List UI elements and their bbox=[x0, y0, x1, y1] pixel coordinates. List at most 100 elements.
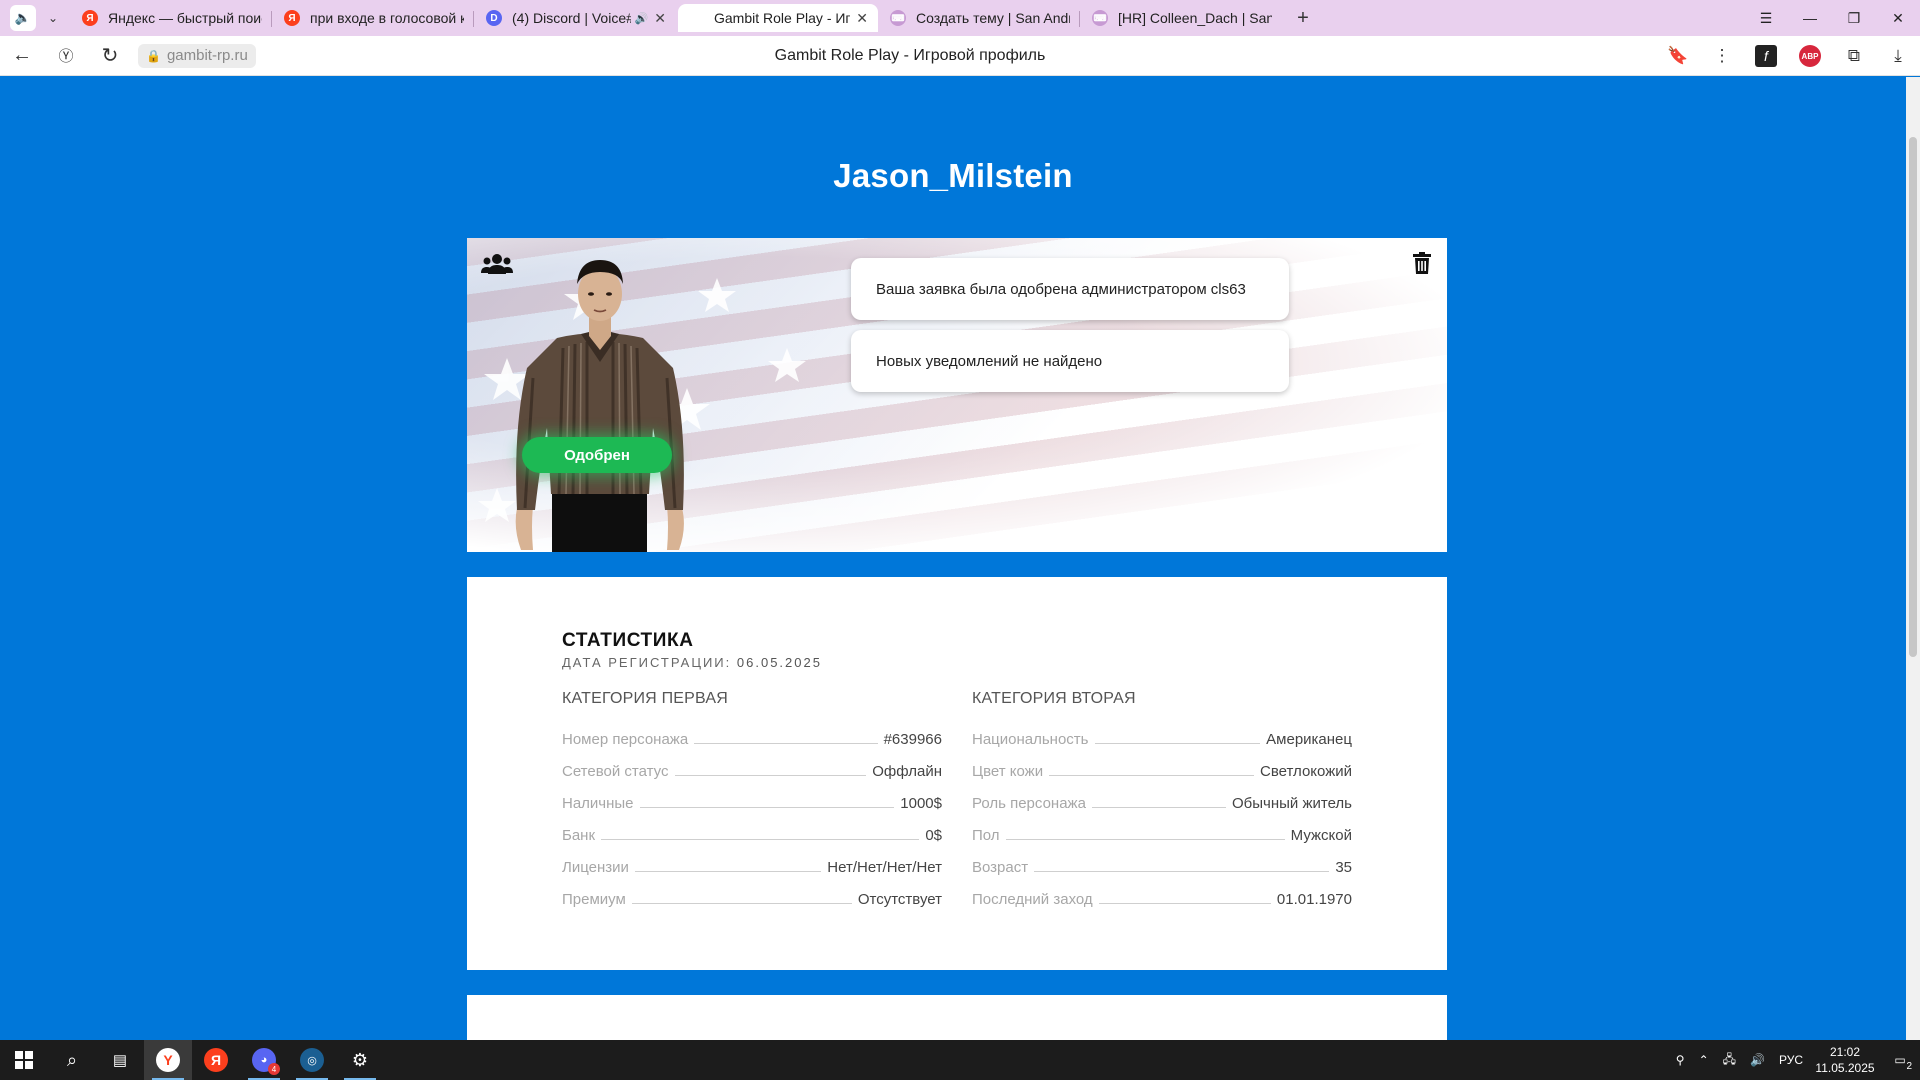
url-text: gambit-rp.ru bbox=[166, 47, 248, 64]
tab-title: (4) Discord | Voice#1 bbox=[512, 10, 631, 26]
tab-discord[interactable]: D (4) Discord | Voice#1 🔊 ✕ bbox=[476, 4, 676, 32]
task-view-button[interactable]: ▤ bbox=[96, 1040, 144, 1080]
stat-row: Цвет кожи Светлокожий bbox=[972, 748, 1352, 780]
stat-label: Банк bbox=[562, 827, 596, 844]
leader-line bbox=[1034, 871, 1330, 872]
stat-row: Национальность Американец bbox=[972, 716, 1352, 748]
taskbar: ⌕ ▤ Y Я ◕ 4 ◎ ⚙ ⚲ ⌃ 🖧 🔊 РУС 21:02 11.05.2… bbox=[0, 1040, 1920, 1080]
restore-button[interactable]: ❐ bbox=[1832, 0, 1876, 36]
stat-value: Нет/Нет/Нет/Нет bbox=[827, 859, 942, 876]
leader-line bbox=[1098, 903, 1271, 904]
yandex-favicon-icon: Я bbox=[284, 10, 300, 26]
chevron-up-icon[interactable]: ⌃ bbox=[1692, 1053, 1716, 1067]
sound-icon[interactable]: 🔈 bbox=[10, 5, 36, 31]
tab-title: Создать тему | San Andre bbox=[916, 10, 1070, 26]
collections-icon[interactable]: ⧉ bbox=[1832, 36, 1876, 76]
search-button[interactable]: ⌕ bbox=[48, 1040, 96, 1080]
chevron-down-icon[interactable]: ⌄ bbox=[48, 11, 58, 25]
tab-yandex[interactable]: Я Яндекс — быстрый поиск bbox=[72, 4, 272, 32]
notification-center-button[interactable]: ▭ 2 bbox=[1880, 1040, 1920, 1080]
notification-card: Новых уведомлений не найдено bbox=[851, 330, 1289, 392]
stat-row: Банк 0$ bbox=[562, 812, 942, 844]
yandex-browser-icon: Y bbox=[156, 1048, 180, 1072]
stat-label: Премиум bbox=[562, 891, 626, 908]
leader-line bbox=[1005, 839, 1285, 840]
clock-date: 11.05.2025 bbox=[1815, 1061, 1875, 1075]
stat-row: Последний заход 01.01.1970 bbox=[972, 876, 1352, 908]
notification-text: Ваша заявка была одобрена администраторо… bbox=[876, 280, 1246, 298]
menu-icon[interactable]: ☰ bbox=[1744, 0, 1788, 36]
character-avatar bbox=[515, 260, 684, 552]
taskbar-settings[interactable]: ⚙ bbox=[336, 1040, 384, 1080]
stat-label: Последний заход bbox=[972, 891, 1093, 908]
discord-icon: ◕ 4 bbox=[252, 1048, 280, 1075]
category-title: КАТЕГОРИЯ ПЕРВАЯ bbox=[562, 690, 728, 707]
stat-value: #639966 bbox=[883, 731, 942, 748]
tab-create-topic[interactable]: ⌨ Создать тему | San Andre bbox=[880, 4, 1080, 32]
registration-date: ДАТА РЕГИСТРАЦИИ: 06.05.2025 bbox=[562, 655, 822, 670]
taskbar-discord[interactable]: ◕ 4 bbox=[240, 1040, 288, 1080]
url-field[interactable]: 🔒 gambit-rp.ru bbox=[138, 43, 256, 68]
discord-badge: 4 bbox=[268, 1063, 280, 1075]
clock-time: 21:02 bbox=[1829, 1045, 1861, 1059]
search-icon: ⌕ bbox=[66, 1049, 78, 1070]
people-icon[interactable]: ⚲ bbox=[1669, 1053, 1692, 1067]
more-icon[interactable]: ⋮ bbox=[1700, 36, 1744, 76]
notification-text: Новых уведомлений не найдено bbox=[876, 352, 1103, 370]
close-tab-icon[interactable]: ✕ bbox=[856, 10, 868, 27]
yandex-home-icon[interactable]: Ⓨ bbox=[44, 36, 88, 76]
status-badge: Одобрен bbox=[522, 437, 672, 473]
gear-icon: ⚙ bbox=[351, 1049, 369, 1070]
tab-yandex-search[interactable]: Я при входе в голосовой ка bbox=[274, 4, 474, 32]
taskbar-steam[interactable]: ◎ bbox=[288, 1040, 336, 1080]
new-tab-button[interactable]: + bbox=[1290, 5, 1316, 31]
leader-line bbox=[639, 807, 895, 808]
category-second: КАТЕГОРИЯ ВТОРАЯ Национальность Американе… bbox=[972, 690, 1352, 908]
stat-row: Премиум Отсутствует bbox=[562, 876, 942, 908]
language-indicator[interactable]: РУС bbox=[1772, 1053, 1810, 1067]
stat-row: Лицензии Нет/Нет/Нет/Нет bbox=[562, 844, 942, 876]
tab-separator bbox=[271, 11, 272, 27]
stat-label: Роль персонажа bbox=[972, 795, 1086, 812]
taskbar-yandex[interactable]: Я bbox=[192, 1040, 240, 1080]
task-view-icon: ▤ bbox=[112, 1052, 128, 1069]
tab-separator bbox=[1079, 11, 1080, 27]
page-title: Gambit Role Play - Игровой профиль bbox=[774, 46, 1046, 64]
speaker-icon[interactable]: 🔊 bbox=[635, 12, 649, 25]
registration-value: 06.05.2025 bbox=[736, 655, 822, 670]
minimize-button[interactable]: — bbox=[1788, 0, 1832, 36]
tab-gambit[interactable]: Gambit Role Play - Игр ✕ bbox=[678, 4, 878, 32]
trash-icon[interactable] bbox=[1413, 252, 1431, 274]
start-button[interactable] bbox=[0, 1040, 48, 1080]
page-scrollbar[interactable] bbox=[1906, 77, 1920, 1040]
network-icon[interactable]: 🖧 bbox=[1716, 1050, 1743, 1071]
scrollbar-thumb[interactable] bbox=[1909, 137, 1917, 657]
clock[interactable]: 21:02 11.05.2025 bbox=[1810, 1044, 1880, 1076]
close-window-button[interactable]: ✕ bbox=[1876, 0, 1920, 36]
download-icon[interactable]: ⤓ bbox=[1876, 36, 1920, 76]
window-controls: ☰ — ❐ ✕ bbox=[1744, 0, 1920, 36]
bookmark-icon[interactable]: 🔖 bbox=[1656, 36, 1700, 76]
leader-line bbox=[694, 743, 878, 744]
tab-colleen-dach[interactable]: ⌨ [HR] Colleen_Dach | San A bbox=[1082, 4, 1282, 32]
stat-value: 01.01.1970 bbox=[1276, 891, 1352, 908]
close-tab-icon[interactable]: ✕ bbox=[654, 10, 666, 27]
tab-strip-leading: 🔈 ⌄ bbox=[0, 0, 70, 36]
adblock-icon[interactable]: ABP bbox=[1799, 45, 1821, 67]
taskbar-yandex-browser[interactable]: Y bbox=[144, 1040, 192, 1080]
gambit-favicon-icon bbox=[688, 10, 704, 26]
stat-label: Цвет кожи bbox=[972, 763, 1044, 780]
volume-icon[interactable]: 🔊 bbox=[1743, 1053, 1772, 1067]
yandex-icon: Я bbox=[204, 1048, 228, 1072]
statistics-title: СТАТИСТИКА bbox=[562, 630, 694, 651]
back-button[interactable]: ← bbox=[0, 36, 44, 76]
stat-value: Отсутствует bbox=[857, 891, 942, 908]
leader-line bbox=[1094, 743, 1261, 744]
stat-value: Обычный житель bbox=[1232, 795, 1352, 812]
tab-title: [HR] Colleen_Dach | San A bbox=[1118, 10, 1272, 26]
stat-label: Пол bbox=[972, 827, 1000, 844]
fx-extension-icon[interactable]: f bbox=[1755, 45, 1777, 67]
stat-row: Сетевой статус Оффлайн bbox=[562, 748, 942, 780]
reload-button[interactable]: ↻ bbox=[88, 36, 132, 76]
tab-title: Яндекс — быстрый поиск bbox=[108, 10, 262, 26]
